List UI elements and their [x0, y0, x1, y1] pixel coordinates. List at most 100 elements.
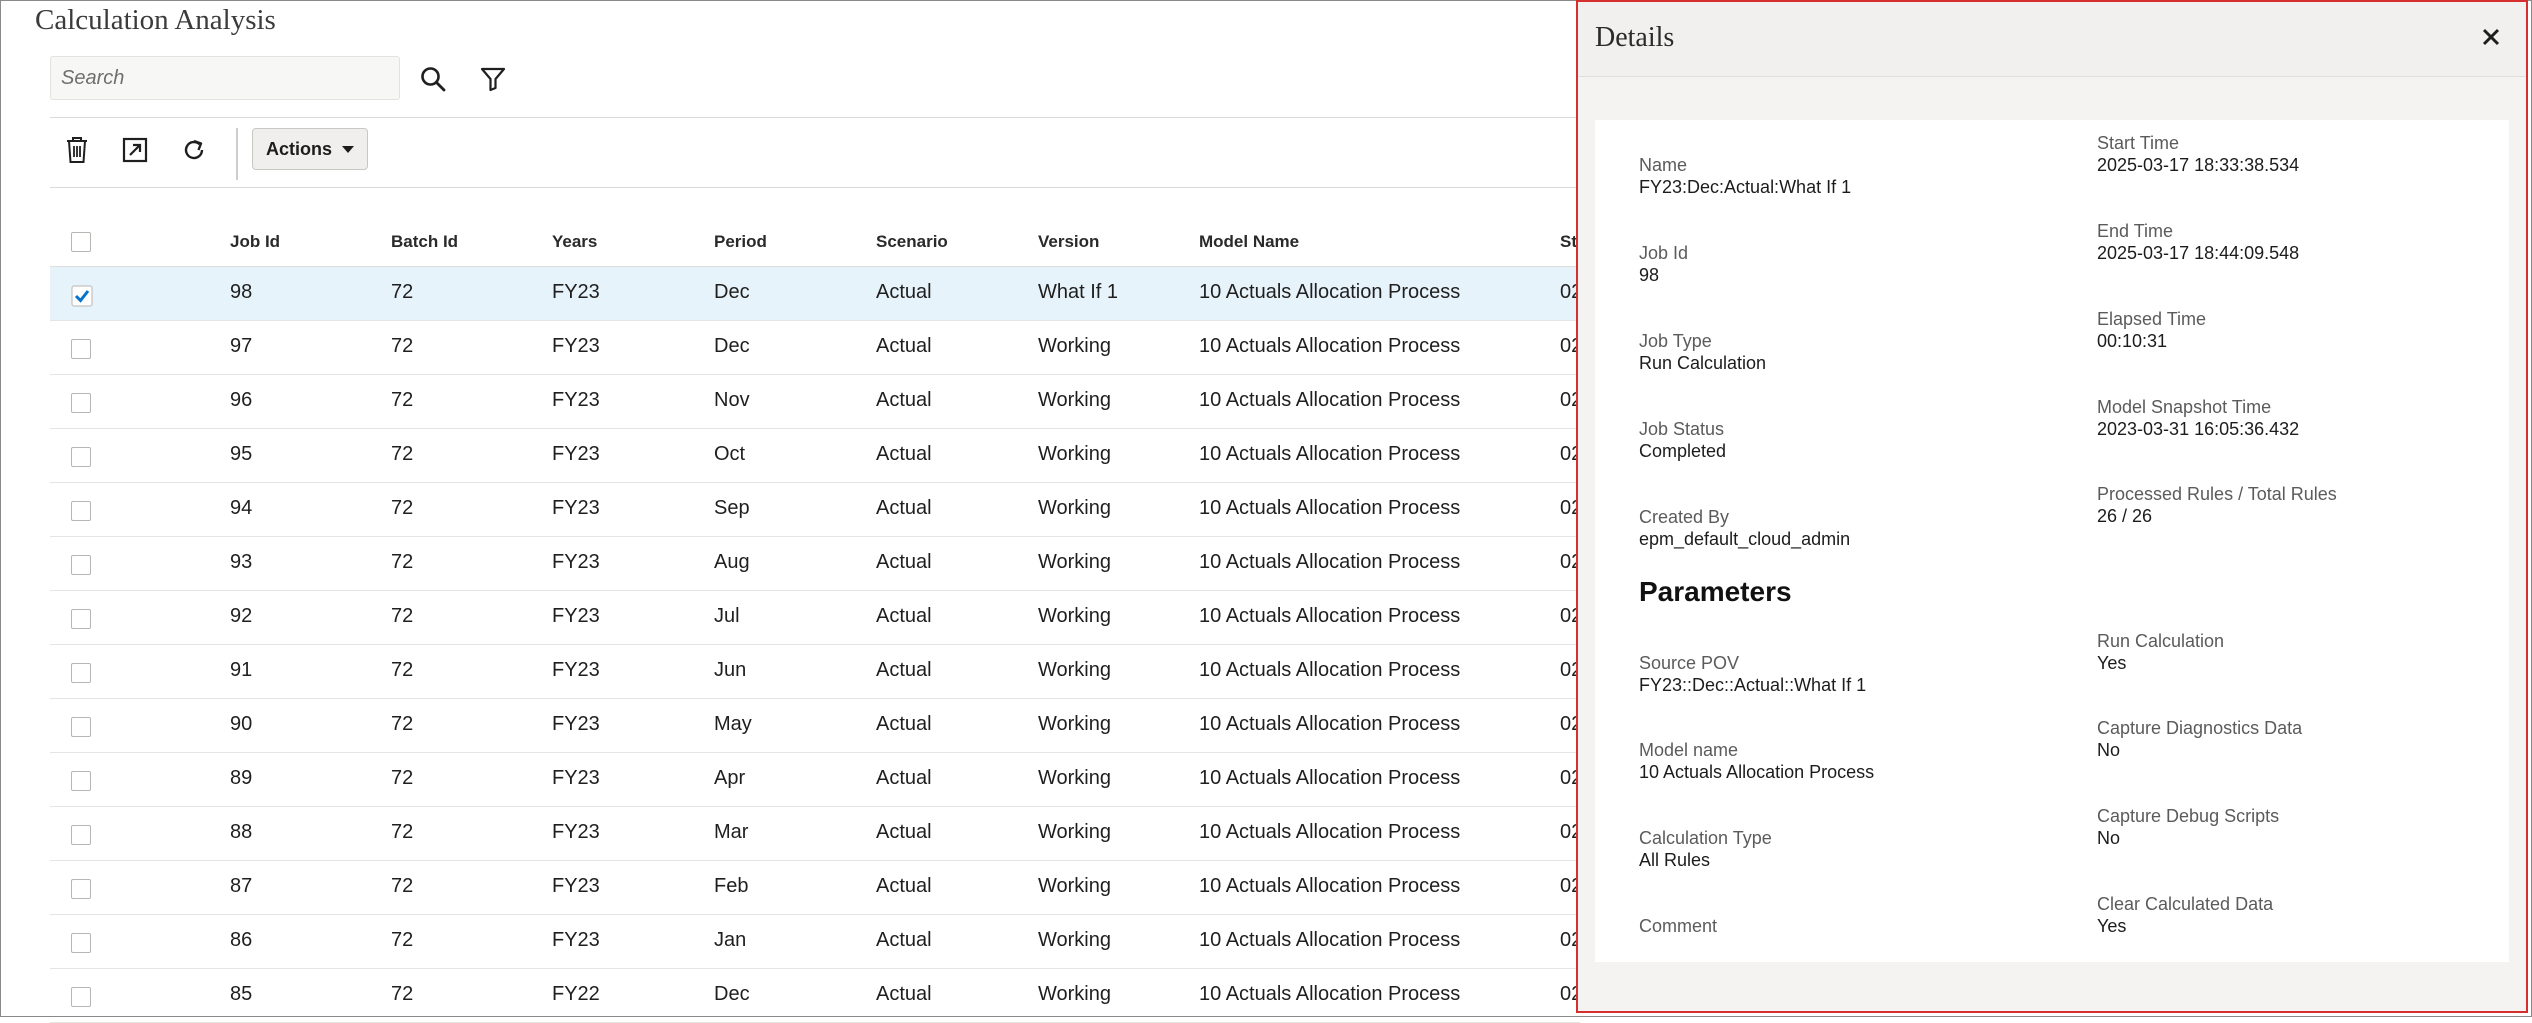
table-row[interactable]: 95 72 FY23 Oct Actual Working 10 Actuals Alloc… [50, 429, 1582, 483]
job-id-cell: 94 [230, 497, 253, 519]
row-checkbox[interactable] [71, 933, 91, 953]
table-row[interactable]: 87 72 FY23 Feb Actual Working 10 Actuals Alloc… [50, 861, 1582, 915]
parameter-field: Calculation Type All Rules [1639, 827, 1772, 871]
job-id-cell: 86 [230, 929, 253, 951]
scenario-cell: Actual [876, 605, 932, 627]
delete-button[interactable] [60, 133, 94, 167]
years-cell: FY23 [552, 767, 600, 789]
period-cell: Aug [714, 551, 750, 573]
scenario-cell: Actual [876, 551, 932, 573]
field-label: Model Snapshot Time [2097, 397, 2272, 417]
row-checkbox[interactable] [71, 555, 91, 575]
field-label: Source POV [1639, 653, 1740, 673]
period-cell: Apr [714, 767, 746, 789]
detail-field: Elapsed Time 00:10:31 [2097, 308, 2206, 352]
row-checkbox[interactable] [71, 879, 91, 899]
table-row[interactable]: 86 72 FY23 Jan Actual Working 10 Actuals Alloc… [50, 915, 1582, 969]
table-row[interactable]: 97 72 FY23 Dec Actual Working 10 Actuals Alloc… [50, 321, 1582, 375]
row-checkbox[interactable] [71, 825, 91, 845]
row-checkbox[interactable] [71, 663, 91, 683]
column-header-period[interactable]: Period [714, 232, 767, 252]
scenario-cell: Actual [876, 713, 932, 735]
version-cell: Working [1038, 983, 1111, 1005]
job-id-cell: 97 [230, 335, 253, 357]
job-id-cell: 88 [230, 821, 253, 843]
actions-button[interactable]: Actions [252, 128, 368, 170]
detail-field: Model Snapshot Time 2023-03-31 16:05:36.4… [2097, 396, 2299, 440]
job-id-cell: 91 [230, 659, 253, 681]
table-row[interactable]: 91 72 FY23 Jun Actual Working 10 Actuals Alloc… [50, 645, 1582, 699]
detail-field: Job Status Completed [1639, 418, 1726, 462]
job-id-cell: 96 [230, 389, 253, 411]
row-checkbox[interactable] [71, 987, 91, 1007]
field-value: All Rules [1639, 850, 1711, 870]
search-input[interactable] [51, 57, 399, 99]
details-title: Details [1595, 22, 1675, 53]
period-cell: Dec [714, 983, 750, 1005]
search-box[interactable] [50, 56, 400, 100]
table-row[interactable]: 88 72 FY23 Mar Actual Working 10 Actuals Alloc… [50, 807, 1582, 861]
column-header-job-id[interactable]: Job Id [230, 232, 280, 252]
row-checkbox[interactable] [71, 393, 91, 413]
row-checkbox[interactable] [71, 609, 91, 629]
scenario-cell: Actual [876, 875, 932, 897]
table-row[interactable]: 85 72 FY22 Dec Actual Working 10 Actuals Alloc… [50, 969, 1582, 1023]
select-all-checkbox[interactable] [71, 232, 91, 252]
model-name-cell: 10 Actuals Allocation Process [1199, 767, 1461, 789]
period-cell: Mar [714, 821, 749, 843]
row-checkbox[interactable] [71, 447, 91, 467]
years-cell: FY23 [552, 443, 600, 465]
field-label: Created By [1639, 507, 1730, 527]
period-cell: Jan [714, 929, 747, 951]
table-row[interactable]: 93 72 FY23 Aug Actual Working 10 Actuals Alloc… [50, 537, 1582, 591]
field-label: Name [1639, 155, 1688, 175]
model-name-cell: 10 Actuals Allocation Process [1199, 281, 1461, 303]
period-cell: Oct [714, 443, 746, 465]
period-cell: Feb [714, 875, 749, 897]
column-header-batch-id[interactable]: Batch Id [391, 232, 458, 252]
table-row[interactable]: 94 72 FY23 Sep Actual Working 10 Actuals Alloc… [50, 483, 1582, 537]
column-header-model-name[interactable]: Model Name [1199, 232, 1299, 252]
table-row[interactable]: 89 72 FY23 Apr Actual Working 10 Actuals Alloc… [50, 753, 1582, 807]
row-checkbox[interactable] [71, 285, 93, 307]
period-cell: Jun [714, 659, 747, 681]
detail-field: Name FY23:Dec:Actual:What If 1 [1639, 154, 1851, 198]
row-checkbox[interactable] [71, 717, 91, 737]
field-value: 2025-03-17 18:44:09.548 [2097, 243, 2300, 263]
years-cell: FY23 [552, 713, 600, 735]
table-row[interactable]: 98 72 FY23 Dec Actual What If 1 10 Actuals All… [50, 267, 1582, 321]
detail-field: Start Time 2025-03-17 18:33:38.534 [2097, 132, 2299, 176]
years-cell: FY23 [552, 659, 600, 681]
row-checkbox[interactable] [71, 501, 91, 521]
column-header-version[interactable]: Version [1038, 232, 1099, 252]
table-row[interactable]: 96 72 FY23 Nov Actual Working 10 Actuals Alloc… [50, 375, 1582, 429]
job-id-cell: 92 [230, 605, 253, 627]
field-label: Model name [1639, 740, 1739, 760]
scenario-cell: Actual [876, 281, 932, 303]
table-row[interactable]: 90 72 FY23 May Actual Working 10 Actuals Alloc… [50, 699, 1582, 753]
search-button[interactable] [416, 62, 450, 96]
table-row[interactable]: 92 72 FY23 Jul Actual Working 10 Actuals Alloc… [50, 591, 1582, 645]
column-header-status[interactable]: St [1560, 232, 1577, 252]
close-button[interactable] [2478, 24, 2504, 50]
row-checkbox[interactable] [71, 771, 91, 791]
export-button[interactable] [118, 133, 152, 167]
refresh-button[interactable] [177, 133, 211, 167]
version-cell: Working [1038, 335, 1111, 357]
column-header-years[interactable]: Years [552, 232, 597, 252]
detail-field: End Time 2025-03-17 18:44:09.548 [2097, 220, 2299, 264]
filter-button[interactable] [476, 62, 510, 96]
model-name-cell: 10 Actuals Allocation Process [1199, 551, 1461, 573]
field-label: Job Status [1639, 419, 1725, 439]
model-name-cell: 10 Actuals Allocation Process [1199, 605, 1461, 627]
years-cell: FY23 [552, 821, 600, 843]
field-value: 2023-03-31 16:05:36.432 [2097, 419, 2300, 439]
parameter-field: Source POV FY23::Dec::Actual::What If 1 [1639, 652, 1866, 696]
column-header-scenario[interactable]: Scenario [876, 232, 948, 252]
job-id-cell: 98 [230, 281, 253, 303]
model-name-cell: 10 Actuals Allocation Process [1199, 713, 1461, 735]
version-cell: Working [1038, 497, 1111, 519]
job-id-cell: 89 [230, 767, 253, 789]
row-checkbox[interactable] [71, 339, 91, 359]
period-cell: Nov [714, 389, 750, 411]
